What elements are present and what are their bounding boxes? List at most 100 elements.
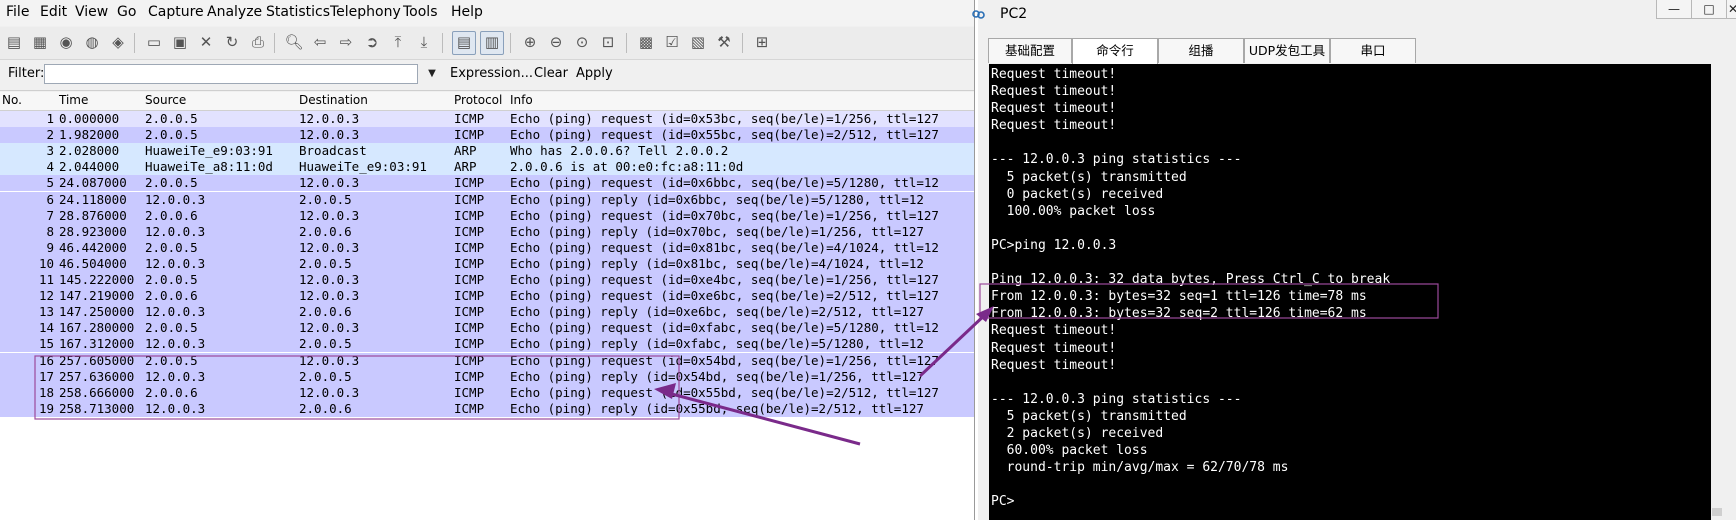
menu-go[interactable]: Go	[117, 4, 136, 20]
menu-help[interactable]: Help	[451, 4, 483, 20]
table-row[interactable]: 8 28.923000 12.0.0.3 2.0.0.6 ICMP Echo (ping)…	[0, 223, 974, 240]
menu-file[interactable]: File	[6, 4, 29, 20]
cell-destination: 12.0.0.3	[299, 272, 360, 287]
menu-analyze[interactable]: Analyze	[207, 4, 262, 20]
menu-statistics[interactable]: Statistics	[266, 4, 330, 20]
pc2-window: PC2 — □ ✕ 基础配置 命令行 组播 UDP发包工具 串口 Request…	[972, 0, 1736, 520]
minimize-icon[interactable]: —	[1656, 0, 1692, 19]
cell-time: 257.636000	[59, 368, 135, 384]
cell-time: 24.087000	[59, 175, 127, 191]
cell-no: 18	[38, 384, 54, 400]
menu-view[interactable]: View	[75, 4, 108, 20]
table-row[interactable]: 2 1.982000 2.0.0.5 12.0.0.3 ICMP Echo (ping) …	[0, 127, 974, 144]
cell-no: 11	[38, 272, 54, 287]
close-file-icon[interactable]: ✕	[196, 32, 216, 52]
cell-source: 12.0.0.3	[145, 191, 206, 207]
auto-scroll-icon[interactable]: ▥	[480, 31, 504, 55]
go-back-icon[interactable]: ⇦	[310, 32, 330, 52]
start-capture-icon[interactable]: ◉	[56, 32, 76, 52]
save-file-icon[interactable]: ▣	[170, 32, 190, 52]
close-icon[interactable]: ✕	[1726, 0, 1736, 19]
help-icon[interactable]: ⊞	[752, 32, 772, 52]
print-icon[interactable]: ⎙	[248, 32, 268, 52]
table-row[interactable]: 4 2.044000 HuaweiTe_a8:11:0d HuaweiTe_e9:03…	[0, 159, 974, 176]
clear-button[interactable]: Clear	[534, 66, 568, 81]
display-filters-icon[interactable]: ☑	[662, 32, 682, 52]
table-row[interactable]: 17 257.636000 12.0.0.3 2.0.0.5 ICMP Echo (pin…	[0, 368, 974, 385]
zoom-out-icon[interactable]: ⊖	[546, 32, 566, 52]
table-row[interactable]: 19 258.713000 12.0.0.3 2.0.0.6 ICMP Echo (pin…	[0, 400, 974, 417]
cell-destination: 2.0.0.6	[299, 400, 352, 416]
main-toolbar: ▤ ▦ ◉ ◍ ◈ ▭ ▣ ✕ ↻ ⎙ 🔍︎ ⇦ ⇨ ➲ ⤒ ⤓ ▤ ▥ ⊕ ⊖…	[0, 27, 974, 60]
toolbar-separator	[134, 33, 135, 53]
table-row[interactable]: 13 147.250000 12.0.0.3 2.0.0.6 ICMP Echo (pin…	[0, 304, 974, 321]
column-header-no[interactable]: No.	[2, 93, 22, 107]
column-header-destination[interactable]: Destination	[299, 93, 368, 107]
table-row[interactable]: 12 147.219000 2.0.0.6 12.0.0.3 ICMP Echo (pin…	[0, 288, 974, 305]
cell-time: 147.250000	[59, 304, 135, 320]
tab-multicast[interactable]: 组播	[1158, 38, 1244, 63]
restart-capture-icon[interactable]: ◈	[108, 32, 128, 52]
cell-no: 8	[46, 223, 54, 239]
cell-destination: 12.0.0.3	[299, 320, 360, 336]
table-row[interactable]: 10 46.504000 12.0.0.3 2.0.0.5 ICMP Echo (ping…	[0, 255, 974, 272]
capture-options-icon[interactable]: ▦	[30, 32, 50, 52]
menu-capture[interactable]: Capture	[148, 4, 204, 20]
maximize-icon[interactable]: □	[1691, 0, 1727, 19]
cell-info: Echo (ping) request (id=0x54bd, seq(be/l…	[510, 352, 939, 368]
stop-capture-icon[interactable]: ◍	[82, 32, 102, 52]
open-file-icon[interactable]: ▭	[144, 32, 164, 52]
column-header-time[interactable]: Time	[59, 93, 88, 107]
zoom-normal-icon[interactable]: ⊙	[572, 32, 592, 52]
table-row[interactable]: 11 145.222000 2.0.0.5 12.0.0.3 ICMP Echo (pin…	[0, 272, 974, 288]
coloring-rules-icon[interactable]: ▧	[688, 32, 708, 52]
table-row[interactable]: 1 0.000000 2.0.0.5 12.0.0.3 ICMP Echo (ping) …	[0, 111, 974, 127]
menu-edit[interactable]: Edit	[40, 4, 67, 20]
table-row[interactable]: 6 24.118000 12.0.0.3 2.0.0.5 ICMP Echo (ping)…	[0, 191, 974, 208]
table-row[interactable]: 9 46.442000 2.0.0.5 12.0.0.3 ICMP Echo (ping)…	[0, 239, 974, 256]
cell-info: Echo (ping) request (id=0x55bd, seq(be/l…	[510, 384, 939, 400]
interfaces-icon[interactable]: ▤	[4, 32, 24, 52]
scrollbar-thumb[interactable]	[1712, 508, 1722, 516]
colorize-icon[interactable]: ▤	[452, 31, 476, 55]
go-to-packet-icon[interactable]: ➲	[362, 32, 382, 52]
go-forward-icon[interactable]: ⇨	[336, 32, 356, 52]
menu-telephony[interactable]: Telephony	[330, 4, 401, 20]
menu-tools[interactable]: Tools	[403, 4, 438, 20]
column-header-info[interactable]: Info	[510, 93, 533, 107]
table-row[interactable]: 15 167.312000 12.0.0.3 2.0.0.5 ICMP Echo (pin…	[0, 336, 974, 353]
table-row[interactable]: 14 167.280000 2.0.0.5 12.0.0.3 ICMP Echo (pin…	[0, 320, 974, 337]
terminal-scrollbar[interactable]	[1711, 64, 1723, 520]
cell-no: 6	[46, 191, 54, 207]
table-row[interactable]: 7 28.876000 2.0.0.6 12.0.0.3 ICMP Echo (ping)…	[0, 207, 974, 224]
terminal-output: Request timeout! Request timeout! Reques…	[991, 67, 1391, 510]
tab-command-line[interactable]: 命令行	[1072, 38, 1158, 65]
terminal[interactable]: Request timeout! Request timeout! Reques…	[989, 64, 1723, 520]
tab-basic-config[interactable]: 基础配置	[988, 38, 1072, 63]
chevron-down-icon[interactable]: ▼	[424, 64, 440, 84]
table-row[interactable]: 18 258.666000 2.0.0.6 12.0.0.3 ICMP Echo (pin…	[0, 384, 974, 401]
column-header-protocol[interactable]: Protocol	[454, 93, 502, 107]
last-packet-icon[interactable]: ⤓	[414, 32, 434, 52]
preferences-icon[interactable]: ⚒	[714, 32, 734, 52]
table-row[interactable]: 3 2.028000 HuaweiTe_e9:03:91 Broadcast ARP Wh…	[0, 143, 974, 160]
expression-button[interactable]: Expression...	[450, 66, 533, 81]
cell-time: 28.923000	[59, 223, 127, 239]
capture-filters-icon[interactable]: ▩	[636, 32, 656, 52]
find-packet-icon[interactable]: 🔍︎	[284, 32, 304, 52]
cell-protocol: ICMP	[454, 368, 485, 384]
cell-protocol: ICMP	[454, 336, 485, 352]
tab-udp-tool[interactable]: UDP发包工具	[1244, 38, 1330, 63]
filter-input[interactable]	[44, 64, 418, 84]
table-row[interactable]: 5 24.087000 2.0.0.5 12.0.0.3 ICMP Echo (ping)…	[0, 175, 974, 192]
cell-source: 2.0.0.5	[145, 175, 198, 191]
cell-source: 2.0.0.6	[145, 207, 198, 223]
resize-columns-icon[interactable]: ⊡	[598, 32, 618, 52]
table-row[interactable]: 16 257.605000 2.0.0.5 12.0.0.3 ICMP Echo (pin…	[0, 352, 974, 369]
reload-icon[interactable]: ↻	[222, 32, 242, 52]
zoom-in-icon[interactable]: ⊕	[520, 32, 540, 52]
column-header-source[interactable]: Source	[145, 93, 186, 107]
apply-button[interactable]: Apply	[576, 66, 613, 81]
first-packet-icon[interactable]: ⤒	[388, 32, 408, 52]
tab-serial[interactable]: 串口	[1330, 38, 1416, 63]
